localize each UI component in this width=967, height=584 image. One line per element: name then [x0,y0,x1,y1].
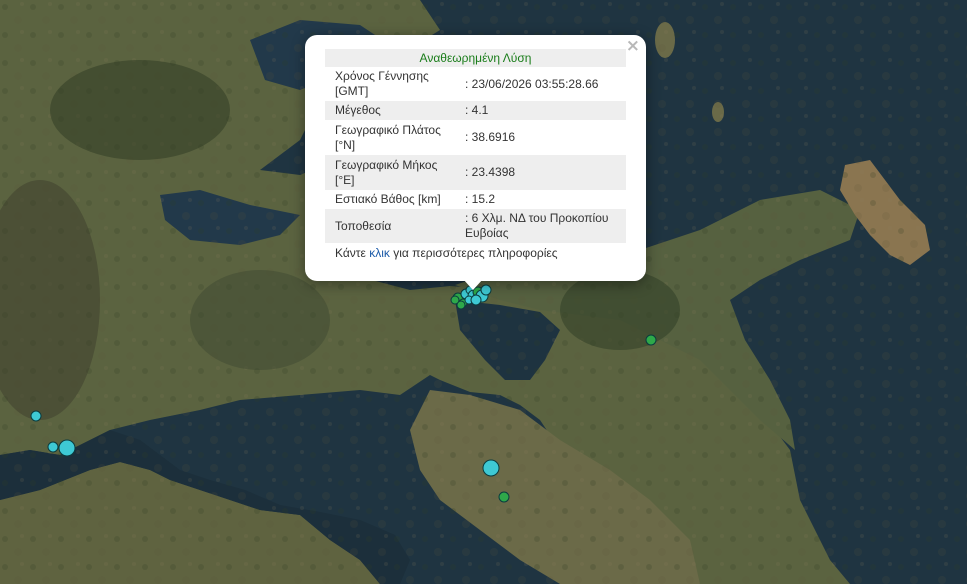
more-info-prefix: Κάντε [335,246,370,260]
close-icon[interactable]: × [626,37,640,55]
label-depth: Εστιακό Βάθος [km] [335,192,441,206]
earthquake-info-popup: × Αναθεωρημένη Λύση Χρόνος Γέννησης [GMT… [305,35,646,281]
more-info-link[interactable]: κλικ [369,246,390,260]
earthquake-marker[interactable] [58,439,76,457]
value-latitude: : 38.6916 [465,130,516,144]
info-table: Χρόνος Γέννησης [GMT] : 23/06/2026 03:55… [325,67,626,243]
earthquake-marker[interactable] [470,294,482,306]
earthquake-marker[interactable] [30,410,42,422]
value-longitude: : 23.4398 [465,165,516,179]
earthquake-marker[interactable] [482,459,500,477]
earthquake-marker[interactable] [645,334,657,346]
label-longitude: Γεωγραφικό Μήκος [°E] [335,157,438,187]
row-origin-time: Χρόνος Γέννησης [GMT] : 23/06/2026 03:55… [325,67,626,101]
label-origin-time: Χρόνος Γέννησης [GMT] [335,69,429,98]
earthquake-marker[interactable] [47,441,59,453]
popup-pointer [463,279,483,290]
label-location: Τοποθεσία [335,218,392,233]
earthquake-marker[interactable] [498,491,510,503]
popup-title: Αναθεωρημένη Λύση [325,49,626,67]
value-location: : 6 Χλμ. ΝΔ του Προκοπίου Ευβοίας [465,211,609,240]
row-latitude: Γεωγραφικό Πλάτος [°N] : 38.6916 [325,120,626,155]
value-origin-time: : 23/06/2026 03:55:28.66 [465,76,599,91]
earthquake-marker[interactable] [450,295,460,305]
more-info-suffix: για περισσότερες πληροφορίες [389,246,558,260]
label-magnitude: Μέγεθος [335,103,381,117]
row-longitude: Γεωγραφικό Μήκος [°E] : 23.4398 [325,155,626,190]
value-depth: : 15.2 [465,192,496,206]
value-magnitude: : 4.1 [465,103,489,117]
more-info-line: Κάντε κλικ για περισσότερες πληροφορίες [325,243,626,260]
row-magnitude: Μέγεθος : 4.1 [325,101,626,120]
label-latitude: Γεωγραφικό Πλάτος [°N] [335,122,441,152]
row-location: Τοποθεσία : 6 Χλμ. ΝΔ του Προκοπίου Ευβο… [325,209,626,243]
row-depth: Εστιακό Βάθος [km] : 15.2 [325,190,626,209]
